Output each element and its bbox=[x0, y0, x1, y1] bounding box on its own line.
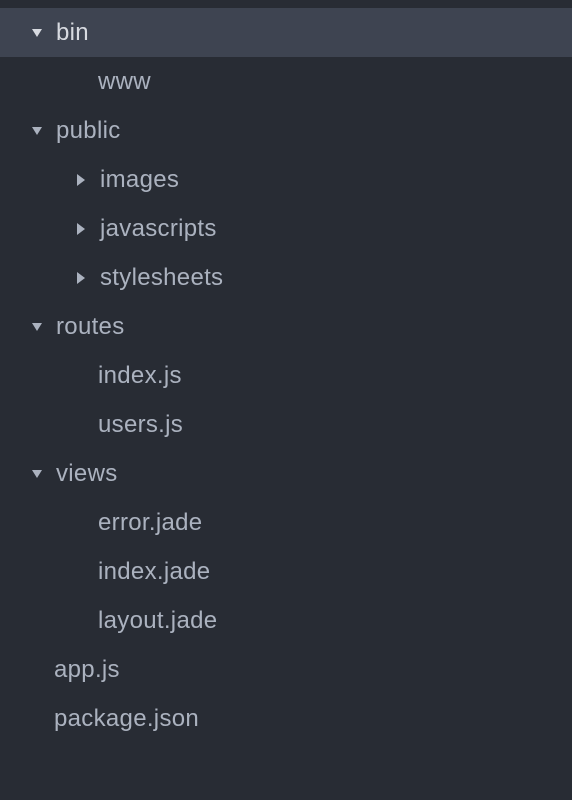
folder-label: javascripts bbox=[100, 215, 217, 243]
folder-public[interactable]: public bbox=[0, 106, 572, 155]
folder-javascripts[interactable]: javascripts bbox=[0, 204, 572, 253]
chevron-right-icon bbox=[72, 174, 90, 186]
chevron-right-icon bbox=[72, 223, 90, 235]
file-label: layout.jade bbox=[98, 607, 217, 635]
chevron-down-icon bbox=[28, 27, 46, 39]
chevron-down-icon bbox=[28, 321, 46, 333]
file-label: www bbox=[98, 68, 151, 96]
folder-stylesheets[interactable]: stylesheets bbox=[0, 253, 572, 302]
chevron-right-icon bbox=[72, 272, 90, 284]
file-index-jade[interactable]: index.jade bbox=[0, 547, 572, 596]
chevron-down-icon bbox=[28, 468, 46, 480]
file-label: index.jade bbox=[98, 558, 210, 586]
file-tree: bin www public images javascripts styles… bbox=[0, 0, 572, 743]
file-label: users.js bbox=[98, 411, 183, 439]
file-label: app.js bbox=[54, 656, 120, 684]
file-app-js[interactable]: app.js bbox=[0, 645, 572, 694]
folder-routes[interactable]: routes bbox=[0, 302, 572, 351]
file-package-json[interactable]: package.json bbox=[0, 694, 572, 743]
folder-label: views bbox=[56, 460, 118, 488]
folder-label: images bbox=[100, 166, 179, 194]
file-index-js[interactable]: index.js bbox=[0, 351, 572, 400]
file-error-jade[interactable]: error.jade bbox=[0, 498, 572, 547]
file-users-js[interactable]: users.js bbox=[0, 400, 572, 449]
file-www[interactable]: www bbox=[0, 57, 572, 106]
file-label: index.js bbox=[98, 362, 182, 390]
folder-images[interactable]: images bbox=[0, 155, 572, 204]
file-label: package.json bbox=[54, 705, 199, 733]
file-label: error.jade bbox=[98, 509, 202, 537]
folder-label: public bbox=[56, 117, 121, 145]
chevron-down-icon bbox=[28, 125, 46, 137]
folder-bin[interactable]: bin bbox=[0, 8, 572, 57]
folder-label: bin bbox=[56, 19, 89, 47]
folder-label: stylesheets bbox=[100, 264, 223, 292]
file-layout-jade[interactable]: layout.jade bbox=[0, 596, 572, 645]
folder-views[interactable]: views bbox=[0, 449, 572, 498]
folder-label: routes bbox=[56, 313, 125, 341]
